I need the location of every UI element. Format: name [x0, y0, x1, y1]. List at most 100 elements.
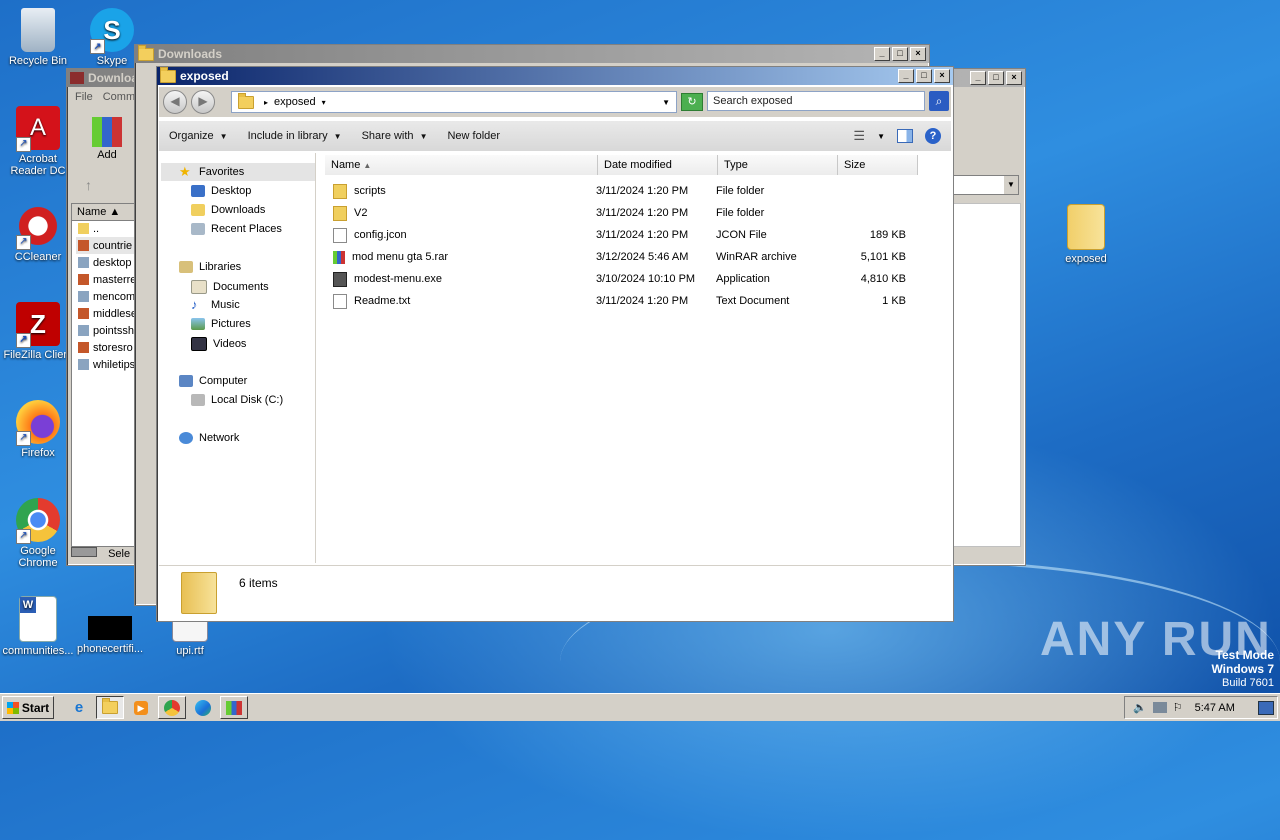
winrar-list-item[interactable]: storesro	[76, 339, 138, 356]
file-name: mod menu gta 5.rar	[352, 251, 448, 263]
address-dropdown-icon[interactable]: ▼	[662, 98, 670, 107]
chrome-taskbar-icon[interactable]	[158, 696, 186, 719]
back-arrow-icon[interactable]: ◀	[163, 90, 187, 114]
menu-file[interactable]: File	[75, 91, 93, 103]
minimize-button[interactable]: _	[874, 47, 890, 61]
winrar-list-item[interactable]: desktop	[76, 254, 138, 271]
nav-libraries[interactable]: Libraries	[179, 261, 241, 273]
column-header-name[interactable]: Name ▲	[72, 204, 134, 221]
share-with-button[interactable]: Share with ▼	[352, 130, 438, 142]
column-header-name[interactable]: Name ▲	[325, 155, 598, 175]
file-row[interactable]: config.jcon	[333, 225, 407, 245]
desktop-icon-chrome[interactable]: ↗ Google Chrome	[0, 498, 76, 569]
downloads-titlebar[interactable]: Downloads _ □ ×	[135, 44, 929, 63]
include-in-library-button[interactable]: Include in library ▼	[238, 130, 352, 142]
column-header-type[interactable]: Type	[718, 155, 838, 175]
winrar-list-item[interactable]: pointssh	[76, 322, 138, 339]
winrar-list-item[interactable]: ..	[76, 220, 138, 237]
file-row[interactable]: scripts	[333, 181, 386, 201]
file-icon	[78, 325, 89, 336]
preview-pane-icon[interactable]	[897, 129, 913, 143]
minimize-button[interactable]: _	[898, 69, 914, 83]
winrar-list-item[interactable]: whiletips	[76, 356, 138, 373]
winrar-path-dropdown[interactable]: ▼	[953, 175, 1019, 195]
close-button[interactable]: ×	[934, 69, 950, 83]
item-count: 6 items	[239, 576, 278, 590]
winrar-add-button[interactable]: Add	[89, 117, 125, 161]
winrar-list-item[interactable]: mencom	[76, 288, 138, 305]
start-button[interactable]: Start	[2, 696, 54, 719]
winrar-list-item[interactable]: countrie	[76, 237, 138, 254]
organize-button[interactable]: Organize ▼	[159, 130, 238, 142]
column-header-date[interactable]: Date modified	[598, 155, 718, 175]
nav-documents[interactable]: Documents	[191, 280, 269, 294]
forward-arrow-icon[interactable]: ▶	[191, 90, 215, 114]
column-header-size[interactable]: Size	[838, 155, 918, 175]
chevron-down-icon[interactable]: ▼	[877, 132, 885, 141]
winrar-item-label: mencom	[93, 290, 136, 303]
up-arrow-icon[interactable]: ↑	[85, 177, 92, 193]
winrar-item-label: countrie	[93, 239, 133, 252]
close-button[interactable]: ×	[1006, 71, 1022, 85]
desktop-icon-label: exposed	[1065, 253, 1107, 265]
minimize-button[interactable]: _	[970, 71, 986, 85]
nav-videos[interactable]: Videos	[191, 337, 246, 351]
document-icon	[333, 227, 347, 243]
desktop-icon-firefox[interactable]: ↗ Firefox	[0, 400, 76, 459]
file-row[interactable]: Readme.txt	[333, 291, 410, 311]
desktop-icon-acrobat[interactable]: A ↗ Acrobat Reader DC	[0, 106, 76, 177]
menu-commands[interactable]: Comm	[103, 91, 135, 103]
nav-recent-places[interactable]: Recent Places	[191, 223, 282, 235]
folder-icon	[160, 66, 176, 83]
show-desktop-icon[interactable]	[1258, 700, 1274, 715]
navigation-bar: ◀ ▶ ▸ exposed ▾ ▼ ↻ Search exposed ⌕	[159, 87, 951, 117]
nav-network[interactable]: Network	[179, 432, 239, 444]
maximize-button[interactable]: □	[916, 69, 932, 83]
file-type: Application	[716, 273, 770, 285]
explorer-taskbar-icon[interactable]	[96, 696, 124, 719]
search-icon[interactable]: ⌕	[929, 91, 949, 111]
file-icon	[78, 274, 89, 285]
winrar-list-item[interactable]: middlese	[76, 305, 138, 322]
desktop-icon-recycle-bin[interactable]: Recycle Bin	[0, 8, 76, 67]
file-row[interactable]: mod menu gta 5.rar	[333, 247, 448, 267]
desktop-icon-exposed[interactable]: exposed	[1048, 204, 1124, 265]
nav-local-disk[interactable]: Local Disk (C:)	[191, 394, 283, 406]
nav-downloads[interactable]: Downloads	[191, 204, 265, 216]
search-input[interactable]: Search exposed	[707, 91, 925, 111]
desktop-icon-filezilla[interactable]: Z ↗ FileZilla Client	[0, 302, 76, 361]
media-player-icon[interactable]: ▶	[128, 697, 154, 718]
address-bar[interactable]: ▸ exposed ▾ ▼	[231, 91, 677, 113]
breadcrumb[interactable]: exposed	[274, 96, 316, 108]
ie-quicklaunch-icon[interactable]: e	[66, 697, 92, 718]
file-date: 3/11/2024 1:20 PM	[596, 295, 689, 307]
nav-music[interactable]: ♪ Music	[191, 298, 240, 311]
winrar-taskbar-icon[interactable]	[220, 696, 248, 719]
maximize-button[interactable]: □	[988, 71, 1004, 85]
new-folder-button[interactable]: New folder	[437, 130, 510, 142]
clock[interactable]: 5:47 AM	[1195, 702, 1235, 714]
details-pane: 6 items	[159, 565, 951, 618]
file-row[interactable]: V2	[333, 203, 367, 223]
winrar-archive-icon	[333, 250, 345, 264]
explorer-titlebar[interactable]: exposed _ □ ×	[157, 66, 953, 85]
flag-icon[interactable]: ⚐	[1173, 701, 1183, 714]
help-icon[interactable]: ?	[925, 128, 941, 144]
volume-icon[interactable]: 🔈	[1133, 701, 1147, 714]
maximize-button[interactable]: □	[892, 47, 908, 61]
network-tray-icon[interactable]	[1152, 702, 1167, 713]
nav-computer[interactable]: Computer	[179, 375, 247, 387]
desktop-icon-ccleaner[interactable]: ↗ CCleaner	[0, 204, 76, 263]
desktop-icon-communities[interactable]: W communities...	[0, 596, 76, 657]
desktop-icon-label: phonecertifi...	[76, 643, 144, 655]
winrar-list-item[interactable]: masterre	[76, 271, 138, 288]
nav-favorites[interactable]: ★ Favorites	[179, 165, 244, 178]
file-row[interactable]: modest-menu.exe	[333, 269, 442, 289]
file-date: 3/10/2024 10:10 PM	[596, 273, 696, 285]
edge-taskbar-icon[interactable]	[190, 697, 216, 718]
nav-desktop[interactable]: Desktop	[191, 185, 251, 197]
view-options-icon[interactable]: ☰	[853, 128, 865, 144]
refresh-icon[interactable]: ↻	[681, 93, 703, 111]
nav-pictures[interactable]: Pictures	[191, 318, 251, 330]
close-button[interactable]: ×	[910, 47, 926, 61]
